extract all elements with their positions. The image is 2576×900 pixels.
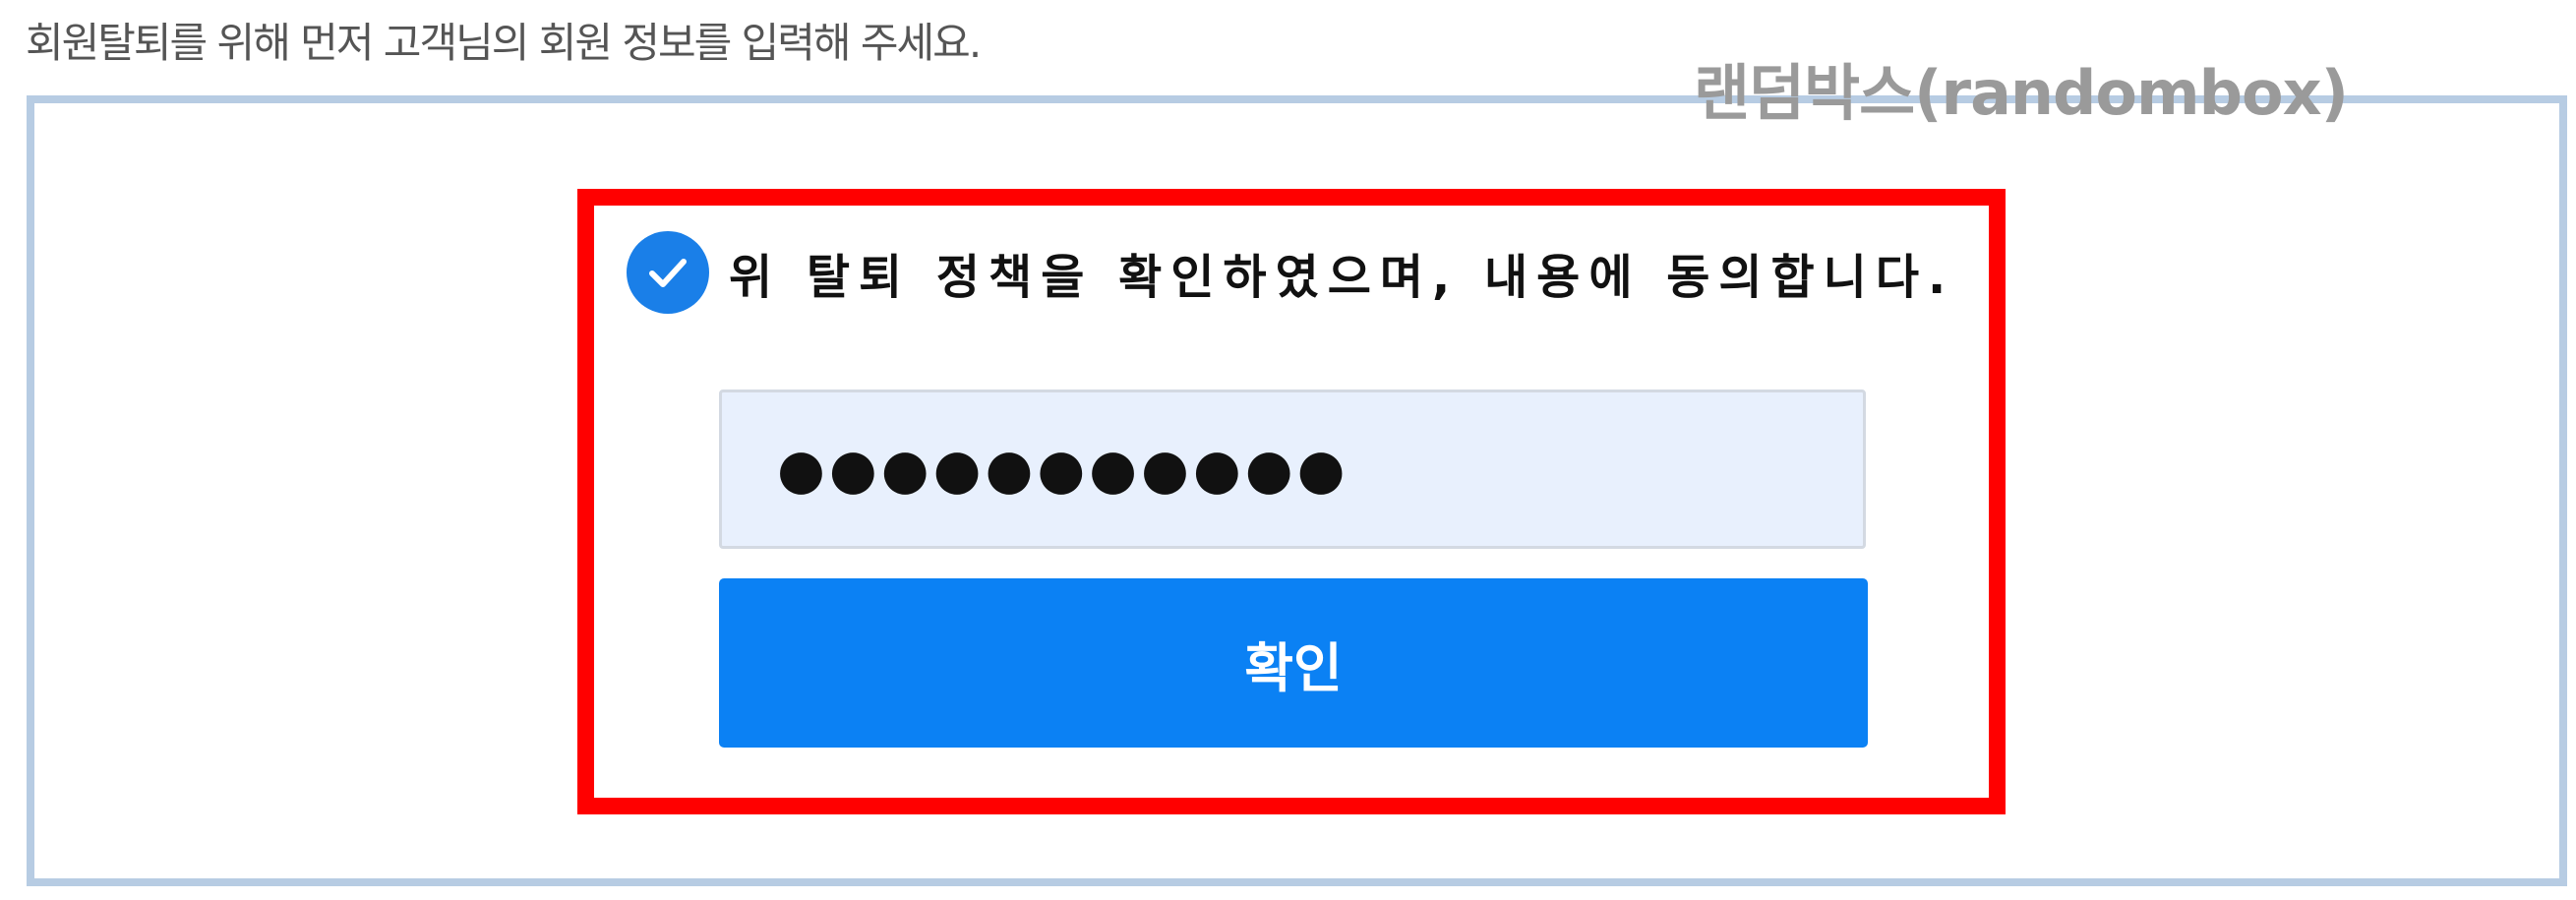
confirm-button-label: 확인 [1244, 636, 1343, 699]
randombox-watermark: 랜덤박스(randombox) [1694, 57, 2349, 129]
page-instruction: 회원탈퇴를 위해 먼저 고객님의 회원 정보를 입력해 주세요. [26, 19, 982, 67]
agree-label: 위 탈퇴 정책을 확인하였으며, 내용에 동의합니다. [729, 250, 1955, 305]
checkmark-icon [649, 259, 687, 287]
check-circle-icon[interactable] [627, 231, 709, 314]
agree-checkbox[interactable]: 위 탈퇴 정책을 확인하였으며, 내용에 동의합니다. [627, 228, 1954, 317]
confirm-button[interactable]: 확인 [719, 578, 1868, 748]
password-input[interactable] [719, 390, 1866, 549]
